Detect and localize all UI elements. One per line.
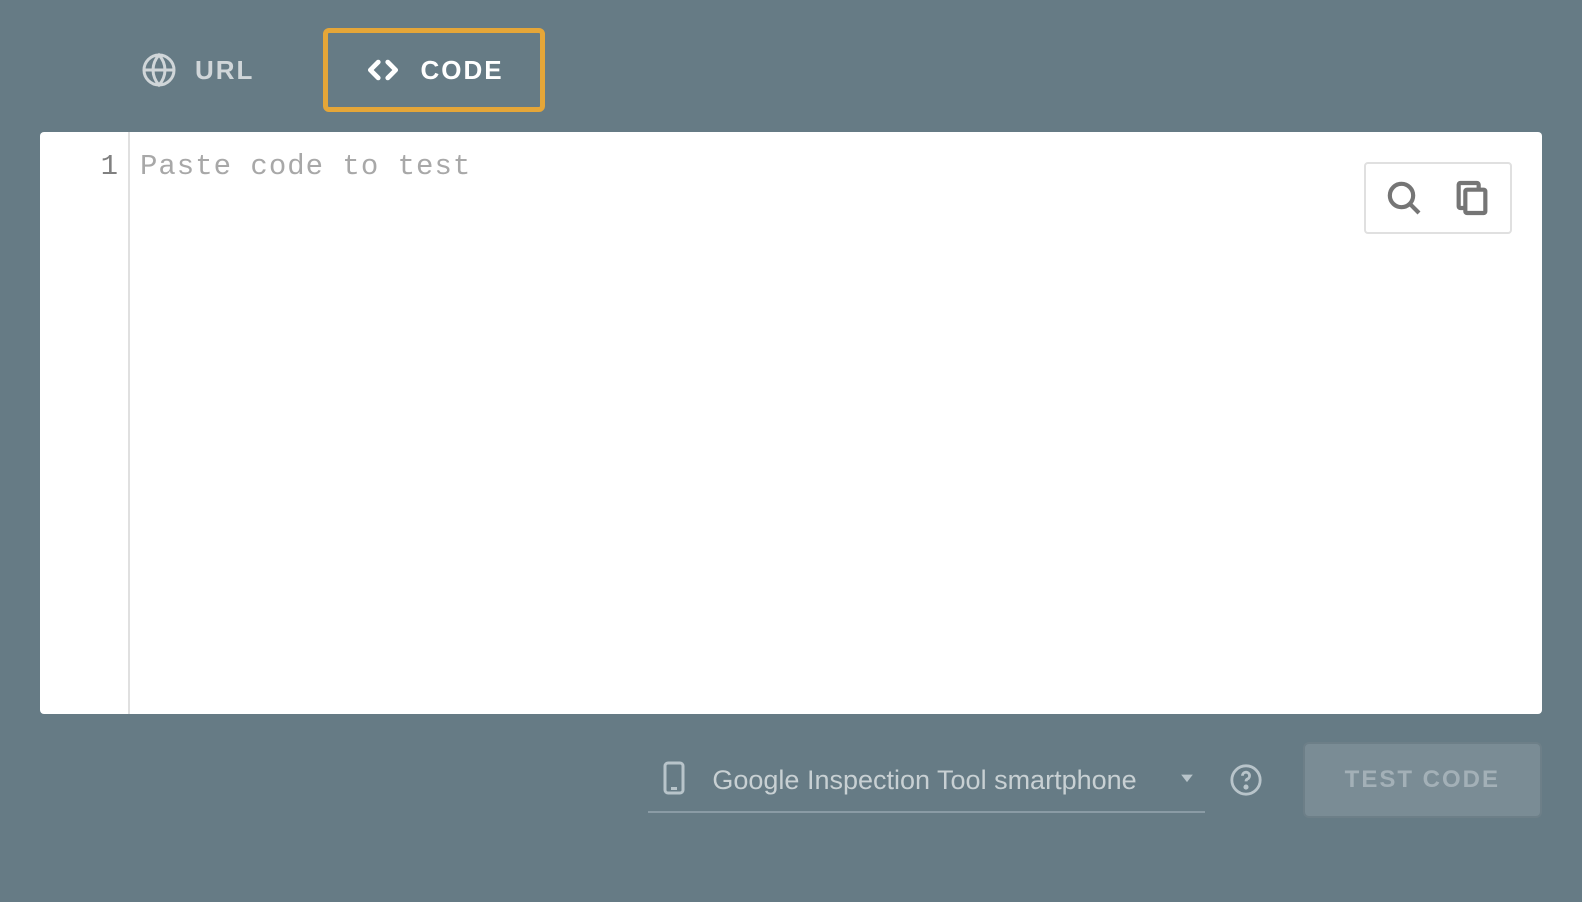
test-code-label: TEST CODE [1345,766,1500,793]
line-number: 1 [40,150,118,183]
search-button[interactable] [1384,178,1424,218]
tab-url-label: URL [195,55,254,86]
help-icon [1229,763,1263,797]
device-label: Google Inspection Tool smartphone [712,765,1156,796]
tab-code[interactable]: CODE [323,28,544,112]
search-icon [1384,178,1424,218]
line-gutter: 1 [40,132,130,714]
test-code-button[interactable]: TEST CODE [1303,742,1542,818]
editor-toolbar [1364,162,1512,234]
smartphone-icon [656,760,692,801]
copy-button[interactable] [1452,178,1492,218]
code-icon [364,51,402,89]
code-placeholder: Paste code to test [140,150,1542,183]
tabs: URL CODE [40,0,1542,132]
tab-url[interactable]: URL [100,29,295,111]
tab-code-label: CODE [420,55,503,86]
dropdown-arrow-icon [1177,768,1197,793]
code-textarea[interactable]: Paste code to test [130,132,1542,714]
footer-bar: Google Inspection Tool smartphone TEST C… [40,714,1542,846]
code-editor-panel: 1 Paste code to test [40,132,1542,714]
device-selector[interactable]: Google Inspection Tool smartphone [648,748,1204,813]
help-button[interactable] [1229,763,1263,797]
copy-icon [1452,178,1492,218]
globe-icon [141,52,177,88]
